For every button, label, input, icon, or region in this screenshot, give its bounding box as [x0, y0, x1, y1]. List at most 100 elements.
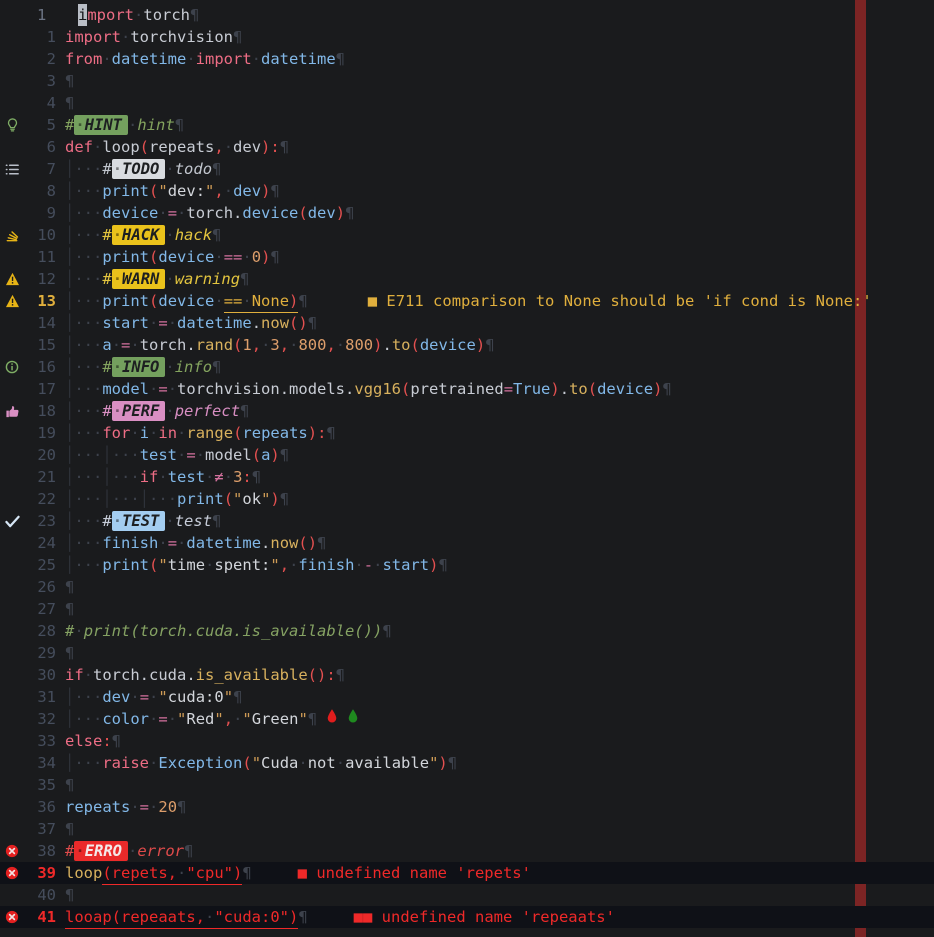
code-line[interactable]: 37¶: [0, 818, 934, 840]
code-token: ·: [149, 312, 158, 334]
code-line[interactable]: 3¶: [0, 70, 934, 92]
code-line[interactable]: 6def·loop(repeats,·dev):¶: [0, 136, 934, 158]
code-line[interactable]: 31│···dev·=·"cuda:0"¶: [0, 686, 934, 708]
code-token: ·: [128, 114, 137, 136]
code-token: #: [65, 114, 74, 136]
code-line[interactable]: 21│···│···if·test·≠·3:¶: [0, 466, 934, 488]
line-number: 4: [24, 92, 56, 114]
code-line[interactable]: 40¶: [0, 884, 934, 906]
code-line[interactable]: 29¶: [0, 642, 934, 664]
code-token: ¶: [448, 752, 457, 774]
code-line[interactable]: 17│···model·=·torchvision.models.vgg16(p…: [0, 378, 934, 400]
code-token: color: [102, 708, 149, 730]
thumbs-up-icon: [0, 400, 24, 422]
code-token: ==: [224, 290, 243, 313]
code-line[interactable]: 27¶: [0, 598, 934, 620]
code-token: (: [149, 180, 158, 202]
code-token: │: [65, 268, 74, 290]
check-icon: [0, 510, 24, 532]
line-content: │···#·TODO·todo¶: [56, 158, 221, 180]
code-token: hint: [137, 114, 174, 136]
code-line[interactable]: 1import·torchvision¶: [0, 26, 934, 48]
error-icon: [0, 906, 24, 928]
code-line[interactable]: 16│···#·INFO·info¶: [0, 356, 934, 378]
code-line[interactable]: 25│···print("time·spent:",·finish·-·star…: [0, 554, 934, 576]
sign-column: [0, 774, 24, 796]
code-token: (repets,: [102, 862, 177, 885]
code-token: ,: [326, 334, 335, 356]
code-line[interactable]: 15│···a·=·torch.rand(1,·3,·800,·800).to(…: [0, 334, 934, 356]
line-content: │···#·INFO·info¶: [56, 356, 221, 378]
code-token: ···: [74, 202, 102, 224]
code-line[interactable]: 2from·datetime·import·datetime¶: [0, 48, 934, 70]
line-number: 18: [24, 400, 56, 422]
code-token: now: [270, 532, 298, 554]
code-line[interactable]: 10│···#·HACK·hack¶: [0, 224, 934, 246]
code-token: datetime: [261, 48, 336, 70]
code-line[interactable]: 18│···#·PERF·perfect¶: [0, 400, 934, 422]
code-line[interactable]: 20│···│···test·=·model(a)¶: [0, 444, 934, 466]
code-token: ·: [149, 796, 158, 818]
code-line[interactable]: 7│···#·TODO·todo¶: [0, 158, 934, 180]
code-token: repeats: [65, 796, 130, 818]
code-token: True: [513, 378, 550, 400]
code-token: ·: [128, 840, 137, 862]
code-token: ¶: [65, 92, 74, 114]
code-token: ():: [308, 664, 336, 686]
code-line[interactable]: 8│···print("dev:",·dev)¶: [0, 180, 934, 202]
code-line[interactable]: 23│···#·TEST·test¶: [0, 510, 934, 532]
code-token: 3: [233, 466, 242, 488]
code-line[interactable]: 33else:¶: [0, 730, 934, 752]
code-line[interactable]: 24│···finish·=·datetime.now()¶: [0, 532, 934, 554]
code-token: ·: [130, 686, 139, 708]
code-token: ·: [252, 48, 261, 70]
code-line[interactable]: 12│···#·WARN·warning¶: [0, 268, 934, 290]
code-token: ": [429, 752, 438, 774]
todo-badge: ·TODO: [112, 159, 166, 179]
code-token: ¶: [298, 290, 307, 312]
line-content: ¶: [56, 774, 74, 796]
code-token: ···: [112, 466, 140, 488]
code-token: │: [65, 422, 74, 444]
code-line[interactable]: 26¶: [0, 576, 934, 598]
code-line[interactable]: 32│···color·=·"Red",·"Green"¶: [0, 708, 934, 730]
code-line[interactable]: 35¶: [0, 774, 934, 796]
line-number: 35: [24, 774, 56, 796]
code-token: ·: [186, 48, 195, 70]
code-token: │: [65, 488, 74, 510]
code-token: #: [102, 158, 111, 180]
code-line[interactable]: 19│···for·i·in·range(repeats):¶: [0, 422, 934, 444]
code-line[interactable]: 1import·torch¶: [0, 4, 934, 26]
code-token: ·: [165, 510, 174, 532]
code-line[interactable]: 28#·print(torch.cuda.is_available())¶: [0, 620, 934, 642]
code-token: ¶: [280, 488, 289, 510]
line-content: │···raise·Exception("Cuda·not·available"…: [56, 752, 457, 774]
code-line[interactable]: 14│···start·=·datetime.now()¶: [0, 312, 934, 334]
code-line[interactable]: 34│···raise·Exception("Cuda·not·availabl…: [0, 752, 934, 774]
code-line[interactable]: 11│···print(device·==·0)¶: [0, 246, 934, 268]
code-line[interactable]: 38#·ERRO·error¶: [0, 840, 934, 862]
code-token: │: [65, 158, 74, 180]
code-line[interactable]: 39loop(repets,·"cpu")¶■ undefined name '…: [0, 862, 934, 884]
code-line[interactable]: 5#·HINT·hint¶: [0, 114, 934, 136]
code-line[interactable]: 13│···print(device·==·None)¶■ E711 compa…: [0, 290, 934, 312]
code-token: device: [242, 202, 298, 224]
code-line[interactable]: 36repeats·=·20¶: [0, 796, 934, 818]
code-token: datetime: [112, 48, 187, 70]
code-token: device: [158, 290, 214, 312]
code-line[interactable]: 4¶: [0, 92, 934, 114]
code-line[interactable]: 9│···device·=·torch.device(dev)¶: [0, 202, 934, 224]
code-token: ¶: [280, 444, 289, 466]
code-token: Cuda: [261, 752, 298, 774]
line-number: 11: [24, 246, 56, 268]
line-content: │···#·HACK·hack¶: [56, 224, 221, 246]
code-token: =: [121, 334, 130, 356]
code-token: =: [168, 532, 177, 554]
code-token: test: [168, 466, 205, 488]
code-token: ": [298, 708, 307, 730]
code-token: (): [298, 532, 317, 554]
code-line[interactable]: 41looap(repeaats,·"cuda:0")¶■■ undefined…: [0, 906, 934, 928]
code-line[interactable]: 30if·torch.cuda.is_available():¶: [0, 664, 934, 686]
code-line[interactable]: 22│···│···│···print("ok")¶: [0, 488, 934, 510]
code-token: "cuda:0"): [214, 906, 298, 929]
